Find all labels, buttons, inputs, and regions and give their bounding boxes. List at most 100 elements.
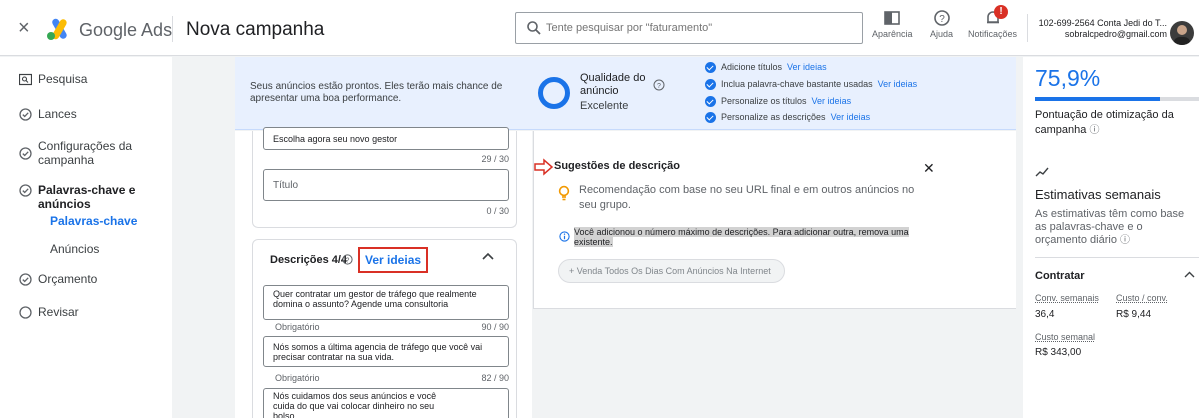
headline-field-empty[interactable]: Título: [263, 169, 509, 201]
help-icon[interactable]: ?: [653, 79, 665, 91]
help-button[interactable]: ? Ajuda: [930, 9, 953, 39]
google-ads-logo: [47, 18, 67, 40]
char-count: 29 / 30: [481, 154, 509, 164]
nav-label: Palavras-chave e anúncios: [38, 183, 136, 211]
nav-label: Configurações da campanha: [38, 139, 133, 167]
score-label: Pontuação de otimização da campanha ⓘ: [1035, 108, 1195, 138]
quality-label: Qualidade do anúncio: [580, 72, 646, 97]
required-label: Obrigatório: [275, 373, 320, 383]
chevron-up-icon[interactable]: [1184, 271, 1195, 278]
check-icon: [705, 96, 716, 108]
help-icon: ?: [933, 10, 950, 26]
avatar-icon: [1174, 25, 1190, 45]
section-title: Contratar: [1035, 270, 1085, 282]
page-title: Nova campanha: [186, 19, 325, 40]
lightbulb-icon: [558, 185, 570, 201]
headlines-card: Escolha agora seu novo gestor 29 / 30 Tí…: [252, 127, 517, 228]
max-descriptions-warning: Você adicionou o número máximo de descri…: [574, 227, 944, 247]
nav-label: Lances: [38, 107, 77, 121]
checklist-text: Adicione títulos: [721, 62, 783, 72]
metric-value: R$ 9,44: [1116, 309, 1152, 320]
checklist-item: Adicione títulos Ver ideias: [705, 62, 827, 74]
close-icon[interactable]: ×: [18, 18, 34, 38]
checklist-text: Inclua palavra-chave bastante usadas: [721, 79, 873, 89]
arrow-right-icon: [534, 158, 554, 176]
check-circle-icon: [19, 147, 32, 160]
avatar[interactable]: [1170, 21, 1194, 45]
checklist-text: Personalize as descrições: [721, 112, 826, 122]
help-icon[interactable]: ⓘ: [1089, 125, 1099, 136]
see-ideas-link[interactable]: Ver ideias: [878, 79, 918, 89]
divider: [172, 16, 173, 42]
divider: [1035, 257, 1199, 258]
quality-value: Excelente: [580, 100, 629, 112]
search-ad-icon: [19, 73, 32, 86]
description-text: Quer contratar um gestor de tráfego que …: [273, 289, 477, 309]
required-label: Obrigatório: [275, 322, 320, 332]
see-ideas-link[interactable]: Ver ideias: [787, 62, 827, 72]
descriptions-title: Descrições 4/4: [270, 254, 348, 266]
checklist-item: Personalize os títulos Ver ideias: [705, 96, 852, 108]
char-count: 82 / 90: [481, 373, 509, 383]
help-icon[interactable]: ?: [342, 254, 353, 265]
checklist-item: Inclua palavra-chave bastante usadas Ver …: [705, 79, 918, 91]
description-text: Nós somos a última agencia de tráfego qu…: [273, 342, 483, 362]
nav-label: Revisar: [38, 305, 79, 319]
see-ideas-link[interactable]: Ver ideias: [812, 96, 852, 106]
checklist-text: Personalize os títulos: [721, 96, 807, 106]
ad-editor: Escolha agora seu novo gestor 29 / 30 Tí…: [235, 127, 532, 418]
search-icon: [527, 21, 541, 35]
description-field[interactable]: Quer contratar um gestor de tráfego que …: [263, 285, 509, 320]
appearance-icon: [884, 11, 901, 25]
notifications-label: Notificações: [968, 29, 1018, 39]
nav-label: Orçamento: [38, 272, 98, 286]
headline-value: Escolha agora seu novo gestor: [273, 134, 398, 144]
optimization-panel: 75,9% Pontuação de otimização da campanh…: [1023, 57, 1199, 418]
search-box[interactable]: [515, 12, 863, 44]
svg-text:?: ?: [939, 14, 945, 25]
estimates-title: Estimativas semanais: [1035, 187, 1161, 202]
see-ideas-button[interactable]: Ver ideias: [358, 247, 429, 273]
checklist-item: Personalize as descrições Ver ideias: [705, 112, 871, 124]
metric-label: Custo semanal: [1035, 332, 1096, 342]
metric-value: 36,4: [1035, 309, 1055, 320]
headline-field[interactable]: Escolha agora seu novo gestor: [263, 127, 509, 150]
description-field[interactable]: Nós cuidamos dos seus anúncios e você cu…: [263, 388, 509, 418]
close-icon[interactable]: ✕: [923, 160, 935, 177]
account-switcher[interactable]: 102-699-2564 Conta Jedi do T... sobralcp…: [1037, 18, 1167, 40]
chevron-up-icon[interactable]: [482, 252, 494, 260]
top-bar: × Google Ads Nova campanha Aparência ? A…: [0, 0, 1199, 56]
estimates-description: As estimativas têm como base as palavras…: [1035, 208, 1197, 247]
divider: [1027, 14, 1028, 42]
recommendation-text: Recomendação com base no seu URL final e…: [579, 184, 915, 211]
see-ideas-link[interactable]: Ver ideias: [831, 112, 871, 122]
ad-strength-banner: Seus anúncios estão prontos. Eles terão …: [235, 57, 1016, 130]
score-bar: [1035, 97, 1199, 101]
suggestion-chip[interactable]: + Venda Todos Os Dias Com Anúncios Na In…: [558, 259, 785, 283]
svg-text:?: ?: [346, 257, 350, 264]
nav-label: Pesquisa: [38, 72, 88, 86]
description-text: Nós cuidamos dos seus anúncios e você cu…: [273, 391, 437, 418]
notification-badge: !: [994, 5, 1008, 19]
estimates-text: As estimativas têm como base as palavras…: [1035, 208, 1185, 246]
help-icon[interactable]: ⓘ: [1120, 235, 1130, 246]
nav-sub-palavras-chave[interactable]: Palavras-chave: [50, 214, 137, 228]
check-icon: [705, 79, 716, 91]
panel-title: Sugestões de descrição: [554, 160, 680, 172]
check-circle-icon: [19, 184, 32, 197]
help-label: Ajuda: [930, 29, 954, 39]
search-input[interactable]: [546, 19, 846, 37]
ad-strength-ring: [538, 77, 570, 109]
banner-message: Seus anúncios estão prontos. Eles terão …: [250, 81, 503, 104]
notifications-button[interactable]: Notificações: [968, 9, 1017, 39]
description-field[interactable]: Nós somos a última agencia de tráfego qu…: [263, 336, 509, 367]
nav-sub-anuncios[interactable]: Anúncios: [50, 242, 99, 256]
check-icon: [705, 62, 716, 74]
char-count: 0 / 30: [486, 206, 509, 216]
metric-label: Conv. semanais: [1035, 293, 1099, 303]
check-circle-icon: [19, 273, 32, 286]
svg-text:?: ?: [657, 83, 661, 90]
appearance-button[interactable]: Aparência: [872, 9, 913, 39]
descriptions-card: Descrições 4/4 ? Ver ideias Quer contrat…: [252, 239, 517, 418]
account-email: sobralcpedro@gmail.com: [1064, 29, 1167, 39]
